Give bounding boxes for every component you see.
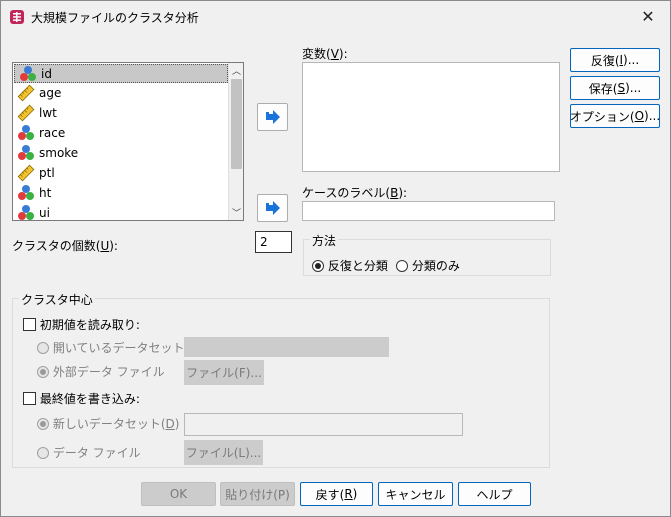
close-button[interactable]: ✕ xyxy=(626,1,670,32)
close-icon: ✕ xyxy=(641,7,655,26)
radio-data-file[interactable]: データ ファイル xyxy=(37,444,141,461)
window-title: 大規模ファイルのクラスタ分析 xyxy=(31,11,199,25)
radio-iterate-classify[interactable]: 反復と分類 xyxy=(312,257,388,274)
arrow-right-icon xyxy=(265,110,280,124)
scroll-thumb[interactable] xyxy=(231,79,242,169)
radio-external-file[interactable]: 外部データ ファイル xyxy=(37,363,165,380)
source-variable-list[interactable]: id age lwt race smoke ptl ht ui ︿ ﹀ xyxy=(12,62,244,221)
list-item[interactable]: lwt xyxy=(13,103,243,123)
options-button[interactable]: オプション(O)... xyxy=(570,104,660,128)
cluster-count-label: クラスタの個数(U): xyxy=(12,239,118,253)
list-item-label: ht xyxy=(39,186,52,200)
list-item-label: ui xyxy=(39,206,50,220)
list-item[interactable]: smoke xyxy=(13,143,243,163)
radio-classify-only[interactable]: 分類のみ xyxy=(396,257,460,274)
move-to-case-label-button[interactable] xyxy=(257,194,288,222)
cancel-button[interactable]: キャンセル xyxy=(378,482,453,506)
list-item-label: age xyxy=(39,86,62,100)
app-icon xyxy=(10,10,24,24)
help-button[interactable]: ヘルプ xyxy=(458,482,531,506)
case-label-label: ケースのラベル(B): xyxy=(302,186,408,200)
nominal-icon xyxy=(19,65,37,83)
checkbox-box[interactable] xyxy=(23,318,36,331)
file-button-read[interactable]: ファイル(F)... xyxy=(184,360,264,385)
chevron-down-icon: ﹀ xyxy=(231,209,241,219)
list-item-label: lwt xyxy=(39,106,57,120)
list-item-label: smoke xyxy=(39,146,79,160)
radio-open-dataset[interactable]: 開いているデータセット xyxy=(37,339,184,356)
file-button-write[interactable]: ファイル(L)... xyxy=(184,440,263,465)
case-label-field[interactable] xyxy=(302,201,555,221)
cluster-count-input[interactable]: 2 xyxy=(255,231,292,253)
radio-dot[interactable] xyxy=(396,260,408,272)
checkbox-box[interactable] xyxy=(23,392,36,405)
chevron-up-icon: ︿ xyxy=(231,67,241,77)
nominal-icon xyxy=(17,204,35,220)
list-item[interactable]: age xyxy=(13,83,243,103)
reset-button[interactable]: 戻す(R) xyxy=(300,482,373,506)
read-initial-checkbox[interactable]: 初期値を読み取り: xyxy=(23,316,140,333)
list-item[interactable]: ht xyxy=(13,183,243,203)
cluster-centers-title: クラスタ中心 xyxy=(19,291,95,308)
radio-dot[interactable] xyxy=(312,260,324,272)
ruler-icon xyxy=(17,84,35,102)
open-dataset-select[interactable] xyxy=(184,337,389,357)
save-button[interactable]: 保存(S)... xyxy=(570,76,660,100)
nominal-icon xyxy=(17,184,35,202)
radio-dot[interactable] xyxy=(37,447,49,459)
list-item-label: id xyxy=(41,66,52,81)
list-item-label: race xyxy=(39,126,66,140)
nominal-icon xyxy=(17,124,35,142)
paste-button[interactable]: 貼り付け(P) xyxy=(220,482,295,506)
variables-target-list[interactable] xyxy=(302,62,560,172)
variables-label: 変数(V): xyxy=(302,47,348,61)
radio-new-dataset[interactable]: 新しいデータセット(D) xyxy=(37,415,179,432)
write-final-checkbox[interactable]: 最終値を書き込み: xyxy=(23,390,140,407)
ok-button[interactable]: OK xyxy=(141,482,216,506)
scroll-up-button[interactable]: ︿ xyxy=(229,63,243,78)
scroll-down-button[interactable]: ﹀ xyxy=(229,205,243,220)
list-item[interactable]: ui xyxy=(13,203,243,220)
method-group-title: 方法 xyxy=(310,232,339,249)
list-item[interactable]: race xyxy=(13,123,243,143)
move-to-variables-button[interactable] xyxy=(257,103,288,131)
list-scrollbar[interactable]: ︿ ﹀ xyxy=(228,63,243,220)
dialog-window: 大規模ファイルのクラスタ分析 ✕ id age lwt race smoke ptl ht u… xyxy=(0,0,671,517)
list-item[interactable]: id xyxy=(14,64,228,83)
list-item-label: ptl xyxy=(39,166,55,180)
title-bar[interactable]: 大規模ファイルのクラスタ分析 ✕ xyxy=(1,1,670,32)
nominal-icon xyxy=(17,144,35,162)
ruler-icon xyxy=(17,164,35,182)
radio-dot[interactable] xyxy=(37,366,49,378)
new-dataset-name-input[interactable] xyxy=(184,413,463,436)
radio-dot[interactable] xyxy=(37,418,49,430)
ruler-icon xyxy=(17,104,35,122)
arrow-right-icon xyxy=(265,201,280,215)
list-item[interactable]: ptl xyxy=(13,163,243,183)
radio-dot[interactable] xyxy=(37,342,49,354)
iterate-button[interactable]: 反復(I)... xyxy=(570,48,660,72)
